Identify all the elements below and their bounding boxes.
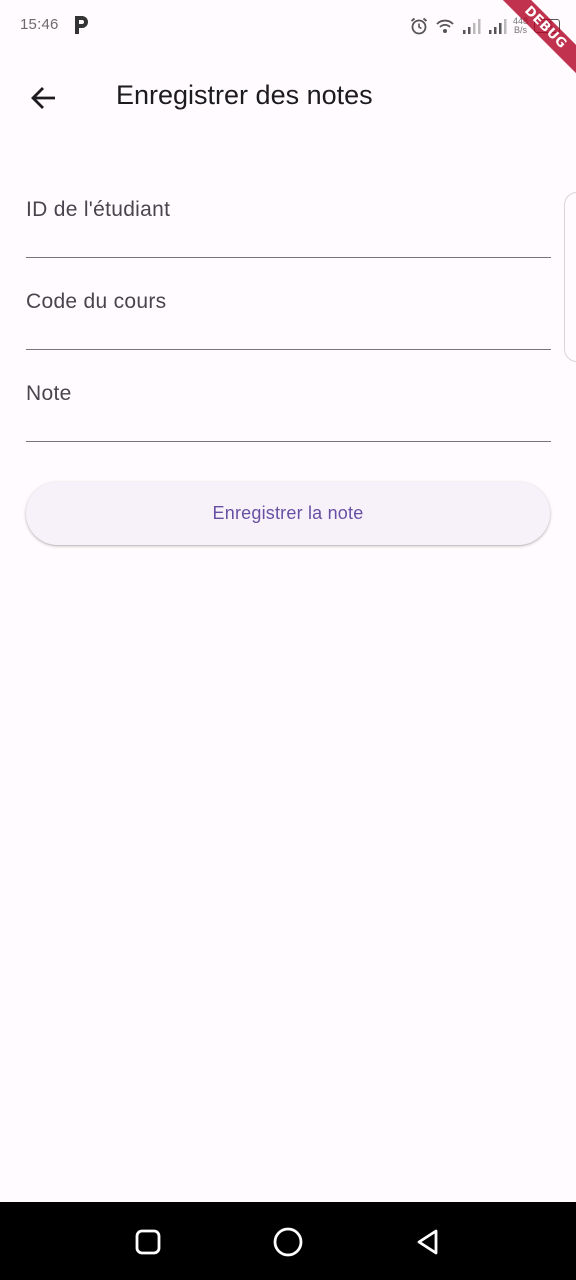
nav-back-button[interactable]	[408, 1222, 448, 1262]
wifi-icon	[436, 19, 454, 33]
student-id-input[interactable]	[26, 178, 551, 257]
status-time: 15:46	[20, 16, 59, 33]
edge-panel-handle[interactable]	[564, 192, 576, 362]
page-title: Enregistrer des notes	[116, 80, 373, 110]
home-circle-icon	[273, 1227, 303, 1257]
arrow-back-icon	[31, 87, 55, 109]
student-id-field[interactable]: ID de l'étudiant	[26, 178, 551, 258]
net-speed-unit: B/s	[513, 25, 527, 35]
p-app-icon	[75, 16, 88, 34]
course-code-field[interactable]: Code du cours	[26, 270, 551, 350]
screen: 15:46 448 B/s DEBUG Enregistrer des note…	[0, 0, 576, 1280]
status-bar: 15:46 448 B/s	[0, 0, 576, 52]
save-grade-button-label: Enregistrer la note	[212, 503, 364, 523]
back-button[interactable]	[20, 74, 68, 122]
app-bar: Enregistrer des notes	[0, 52, 576, 140]
home-button[interactable]	[268, 1222, 308, 1262]
course-code-input[interactable]	[26, 270, 551, 349]
back-triangle-icon	[417, 1229, 438, 1255]
grade-input[interactable]	[26, 362, 551, 441]
system-nav-bar	[0, 1202, 576, 1280]
signal-icon	[462, 19, 481, 34]
signal-icon	[488, 19, 507, 34]
alarm-icon	[410, 17, 428, 35]
recents-square-icon	[135, 1229, 161, 1255]
save-grade-button[interactable]: Enregistrer la note	[26, 482, 550, 545]
grade-field[interactable]: Note	[26, 362, 551, 442]
recents-button[interactable]	[128, 1222, 168, 1262]
